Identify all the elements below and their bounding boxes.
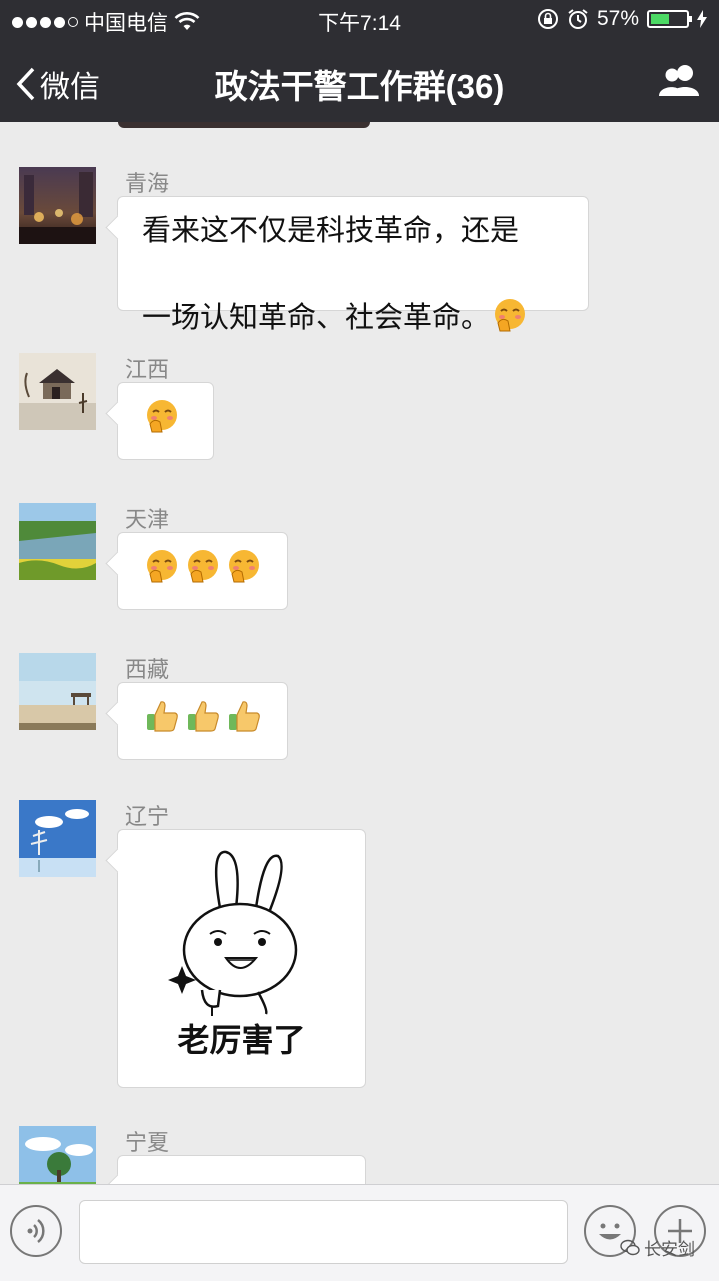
page-title: 政法干警工作群(36) [214, 68, 505, 105]
message-input[interactable] [79, 1200, 568, 1264]
wechat-official-account-logo [620, 1239, 640, 1255]
message-text: 看来这不仅是科技革命，还是 一场认知革命、社会革命。 [142, 215, 520, 334]
message-bubble[interactable] [117, 382, 214, 460]
battery-percent: 57% [596, 7, 639, 30]
voice-input-button[interactable] [10, 1205, 62, 1257]
bashful-emoji-icon [185, 548, 221, 584]
chat-area[interactable]: 青海 看来这不仅是科技革命，还是 一场认知革命、社会革命。 江西 天津 西藏 辽… [0, 122, 719, 1184]
sticker-caption: 老厉害了 [177, 1022, 306, 1058]
watermark: 长安剑 [620, 1235, 695, 1260]
bashful-emoji-icon [144, 398, 180, 434]
status-bar: 中国电信 下午7:14 57% [0, 0, 719, 40]
previous-image-message[interactable] [118, 122, 370, 128]
bashful-emoji-icon [226, 548, 262, 584]
message-bubble[interactable] [117, 682, 288, 760]
thumbs-up-emoji-icon [144, 698, 180, 734]
avatar[interactable] [19, 503, 96, 580]
input-bar [0, 1184, 719, 1281]
rotation-lock-icon [537, 9, 558, 29]
sender-name: 西藏 [125, 657, 170, 682]
sender-name: 青海 [125, 171, 170, 196]
thumbs-up-emoji-icon [185, 698, 221, 734]
message-bubble[interactable] [117, 1155, 366, 1184]
group-members-icon [659, 65, 699, 96]
avatar[interactable] [19, 653, 96, 730]
avatar[interactable] [19, 167, 96, 244]
sender-name: 辽宁 [125, 804, 170, 829]
avatar[interactable] [19, 1126, 96, 1184]
thumbs-up-emoji-icon [226, 698, 262, 734]
battery-icon [647, 10, 692, 28]
message-bubble[interactable]: 看来这不仅是科技革命，还是 一场认知革命、社会革命。 [117, 196, 589, 334]
group-info-button[interactable] [657, 62, 703, 103]
nav-bar: 微信 政法干警工作群(36) [0, 40, 719, 122]
message-bubble[interactable] [117, 532, 288, 610]
voice-icon [27, 1219, 45, 1243]
sender-name: 江西 [125, 357, 170, 382]
charging-icon [697, 10, 707, 28]
alarm-icon [568, 9, 588, 29]
avatar[interactable] [19, 800, 96, 877]
bashful-emoji-icon [492, 253, 528, 332]
watermark-text: 长安剑 [644, 1240, 695, 1259]
sender-name: 天津 [125, 507, 170, 532]
sticker-message[interactable]: 老厉害了 [117, 829, 366, 1088]
bashful-emoji-icon [144, 548, 180, 584]
avatar[interactable] [19, 353, 96, 430]
sender-name: 宁夏 [125, 1130, 170, 1155]
